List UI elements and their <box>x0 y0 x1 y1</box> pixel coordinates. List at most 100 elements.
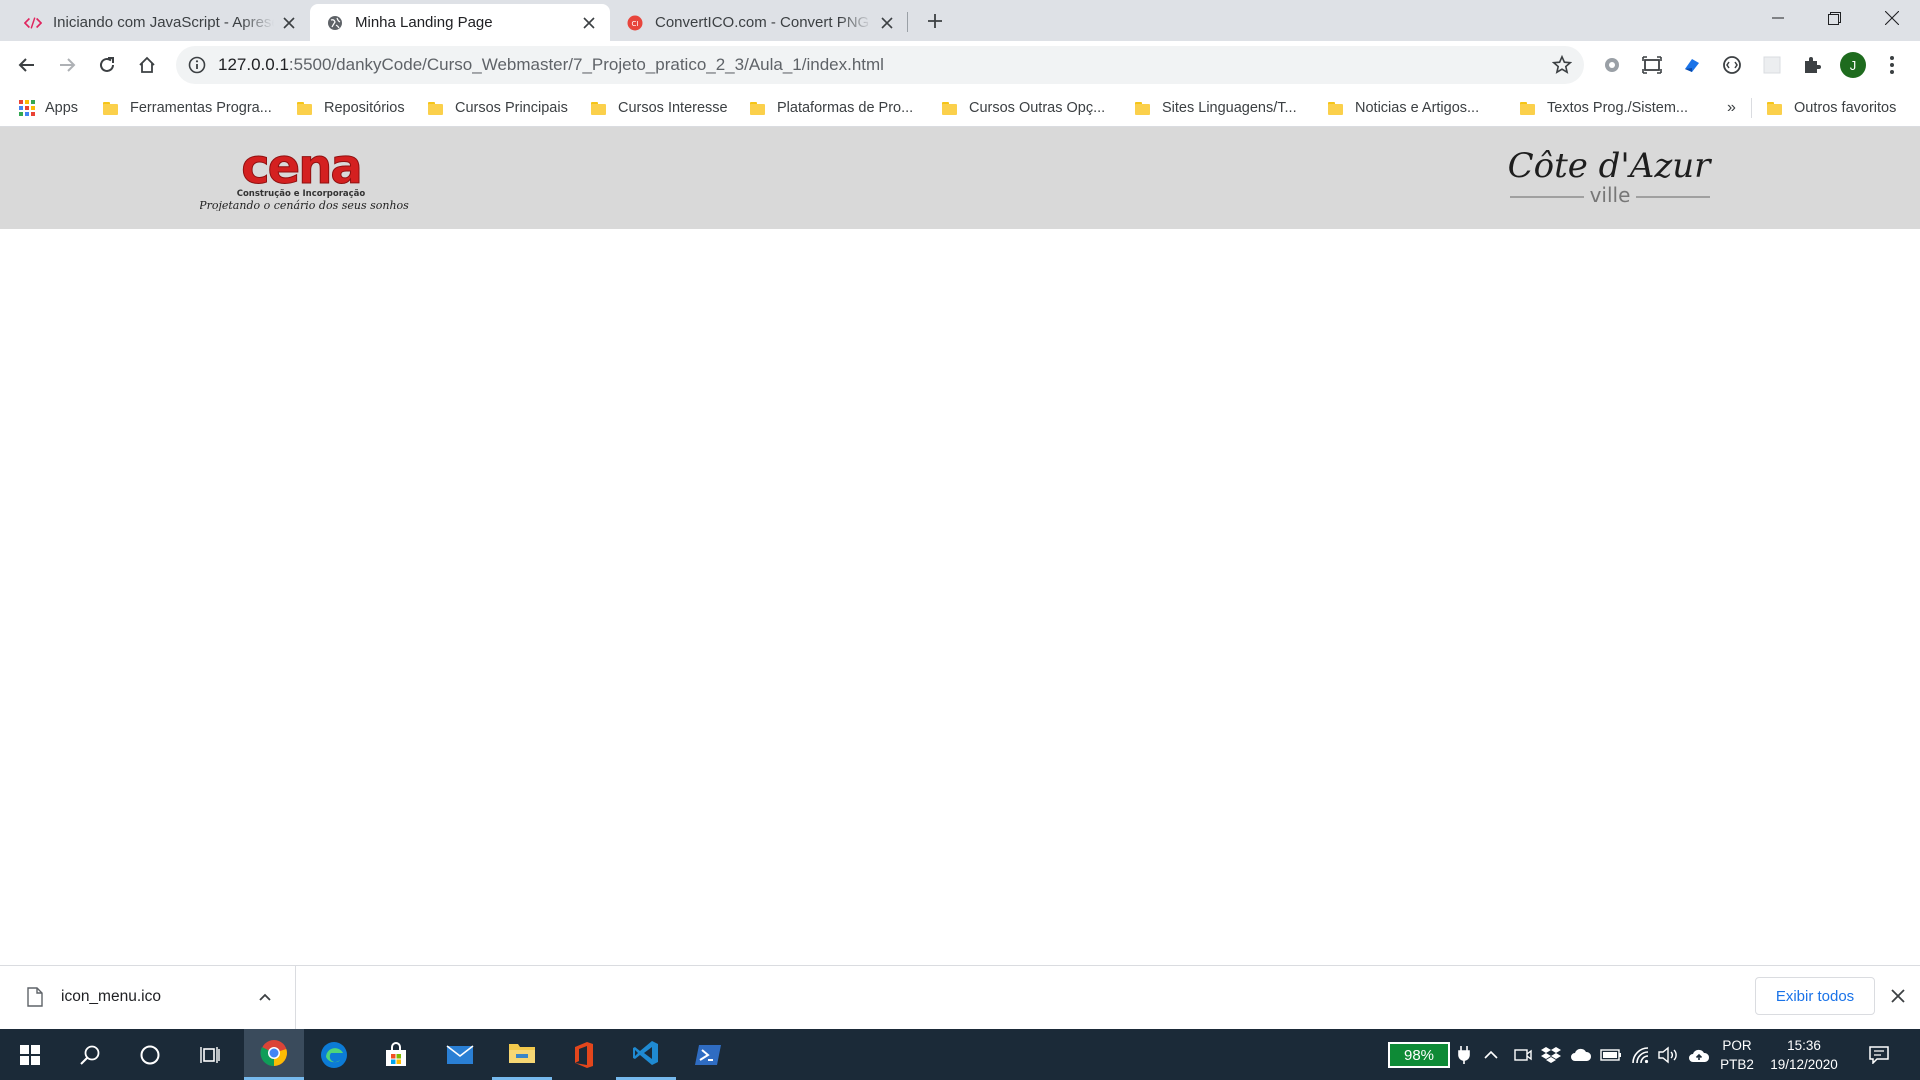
chevron-up-icon[interactable] <box>255 987 275 1007</box>
camera-icon[interactable] <box>1512 1044 1534 1066</box>
tab-title: ConvertICO.com - Convert PNG to ICO <box>655 14 872 31</box>
taskbar-file-explorer[interactable] <box>492 1029 552 1080</box>
battery-icon[interactable] <box>1600 1044 1622 1066</box>
cote-dazur-logo[interactable]: Côte d'Azur ville <box>1496 141 1722 217</box>
bookmark-folder[interactable]: Cursos Outras Opç... <box>942 97 1105 119</box>
screen-capture-icon[interactable] <box>1640 53 1664 77</box>
onedrive-cloud-icon[interactable] <box>1570 1044 1592 1066</box>
extension-blue-icon[interactable] <box>1680 53 1704 77</box>
folder-icon <box>297 101 312 115</box>
cortana-button[interactable] <box>120 1029 180 1080</box>
code-icon <box>24 14 42 32</box>
url-text[interactable]: 127.0.0.1:5500/dankyCode/Curso_Webmaster… <box>218 55 884 75</box>
bookmark-apps[interactable]: Apps <box>19 97 78 119</box>
folder-icon <box>591 101 606 115</box>
bookmarks-bar: Apps Ferramentas Progra... Repositórios … <box>0 89 1920 127</box>
edge-icon <box>321 1041 347 1068</box>
taskbar-edge[interactable] <box>304 1029 364 1080</box>
bookmark-other-favorites[interactable]: Outros favoritos <box>1767 97 1896 119</box>
close-tab-icon[interactable] <box>878 14 896 32</box>
bookmarks-divider <box>1751 98 1752 118</box>
bookmark-folder[interactable]: Cursos Principais <box>428 97 568 119</box>
input-language[interactable]: POR PTB2 <box>1717 1036 1757 1074</box>
wifi-icon[interactable] <box>1630 1044 1652 1066</box>
bookmark-label: Outros favoritos <box>1794 100 1897 116</box>
taskbar-vscode[interactable] <box>616 1029 676 1080</box>
url-path: :5500/dankyCode/Curso_Webmaster/7_Projet… <box>288 55 884 74</box>
profile-avatar[interactable]: J <box>1838 52 1868 78</box>
tab-title: Iniciando com JavaScript - Apresentação <box>53 14 274 31</box>
info-icon[interactable] <box>188 56 206 74</box>
bookmark-label: Apps <box>45 100 79 116</box>
apps-grid-icon <box>19 100 35 116</box>
bookmark-label: Cursos Principais <box>455 100 568 116</box>
new-tab-button[interactable] <box>923 9 947 33</box>
home-button[interactable] <box>133 51 161 79</box>
extension-gear-icon[interactable] <box>1600 53 1624 77</box>
taskbar-mail[interactable] <box>430 1029 490 1080</box>
system-clock[interactable]: 15:36 19/12/2020 <box>1764 1036 1844 1074</box>
taskbar-office[interactable] <box>554 1029 614 1080</box>
reload-button[interactable] <box>93 51 121 79</box>
close-tab-icon[interactable] <box>280 14 298 32</box>
dropbox-icon[interactable] <box>1540 1044 1562 1066</box>
task-view-button[interactable] <box>180 1029 240 1080</box>
close-window-button[interactable] <box>1864 0 1920 36</box>
bookmark-folder[interactable]: Ferramentas Progra... <box>103 97 272 119</box>
office-icon <box>575 1041 593 1068</box>
clock-time: 15:36 <box>1787 1038 1821 1053</box>
taskbar-chrome[interactable] <box>244 1029 304 1080</box>
language-code: POR <box>1722 1038 1752 1053</box>
store-icon <box>386 1041 406 1066</box>
notifications-icon[interactable] <box>1868 1044 1890 1066</box>
battery-percentage[interactable]: 98% <box>1388 1042 1450 1068</box>
bookmark-star-icon[interactable] <box>1552 55 1572 75</box>
bookmarks-overflow-button[interactable]: » <box>1727 97 1736 119</box>
taskbar-powershell[interactable] <box>678 1029 738 1080</box>
restore-button[interactable] <box>1806 0 1862 36</box>
download-item[interactable]: icon_menu.ico <box>0 966 296 1029</box>
tab-separator <box>907 12 908 32</box>
converticon-icon: CI <box>626 14 644 32</box>
folder-icon <box>428 101 443 115</box>
address-bar[interactable]: 127.0.0.1:5500/dankyCode/Curso_Webmaster… <box>176 46 1584 84</box>
plug-icon[interactable] <box>1453 1044 1475 1066</box>
cote-logo-name: Côte d'Azur <box>1508 146 1713 186</box>
tab-minha-landing-page[interactable]: Minha Landing Page <box>310 4 610 41</box>
bookmark-folder[interactable]: Textos Prog./Sistem... <box>1520 97 1688 119</box>
task-view-icon <box>200 1046 220 1063</box>
volume-icon[interactable] <box>1658 1044 1680 1066</box>
bookmark-folder[interactable]: Repositórios <box>297 97 405 119</box>
back-button[interactable] <box>13 51 41 79</box>
forward-button[interactable] <box>53 51 81 79</box>
show-all-downloads-button[interactable]: Exibir todos <box>1755 977 1875 1015</box>
avatar: J <box>1840 52 1866 78</box>
tab-converticon[interactable]: CI ConvertICO.com - Convert PNG to ICO <box>610 4 908 41</box>
bookmark-folder[interactable]: Sites Linguagens/T... <box>1135 97 1297 119</box>
taskbar-store[interactable] <box>366 1029 426 1080</box>
bookmark-folder[interactable]: Cursos Interesse <box>591 97 728 119</box>
search-button[interactable] <box>60 1029 120 1080</box>
tab-iniciando-javascript[interactable]: Iniciando com JavaScript - Apresentação <box>8 4 310 41</box>
bookmark-folder[interactable]: Noticias e Artigos... <box>1328 97 1479 119</box>
cloud-upload-icon[interactable] <box>1688 1044 1710 1066</box>
landing-body <box>0 229 1920 965</box>
cena-logo-name: cena <box>241 141 361 195</box>
bookmark-folder[interactable]: Plataformas de Pro... <box>750 97 913 119</box>
extension-blank-icon[interactable] <box>1760 53 1784 77</box>
extensions-puzzle-icon[interactable] <box>1800 53 1824 77</box>
close-tab-icon[interactable] <box>580 14 598 32</box>
folder-icon <box>1135 101 1150 115</box>
bookmark-label: Repositórios <box>324 100 405 116</box>
bookmark-label: Noticias e Artigos... <box>1355 100 1480 116</box>
folder-icon <box>103 101 118 115</box>
chevron-up-icon[interactable] <box>1480 1044 1502 1066</box>
start-button[interactable] <box>0 1029 60 1080</box>
cena-logo[interactable]: cena Construção e Incorporação Projetand… <box>198 139 410 213</box>
minimize-button[interactable] <box>1750 0 1806 36</box>
close-icon[interactable] <box>1888 986 1908 1006</box>
extension-circle-icon[interactable] <box>1720 53 1744 77</box>
browser-menu-icon[interactable] <box>1880 53 1904 77</box>
folder-icon <box>509 1044 535 1063</box>
folder-icon <box>1520 101 1535 115</box>
